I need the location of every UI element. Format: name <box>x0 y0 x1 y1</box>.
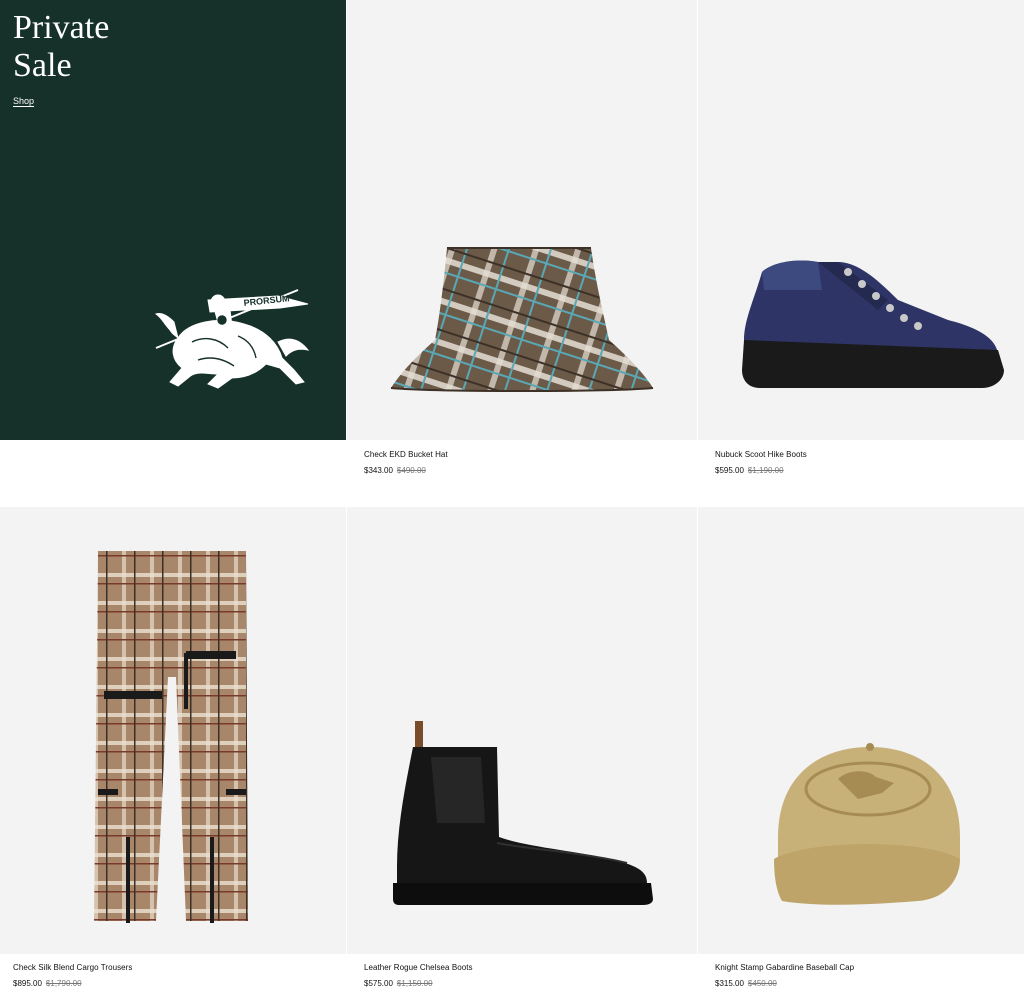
shop-link[interactable]: Shop <box>13 96 34 106</box>
product-name[interactable]: Leather Rogue Chelsea Boots <box>364 963 473 972</box>
product-info: Check EKD Bucket Hat $343.00 $490.00 <box>364 450 448 475</box>
product-image[interactable] <box>347 0 697 440</box>
product-card[interactable]: Knight Stamp Gabardine Baseball Cap $315… <box>698 507 1024 1006</box>
bucket-hat-image <box>390 247 654 392</box>
product-prices: $315.00 $450.00 <box>715 979 854 988</box>
original-price: $490.00 <box>396 466 426 475</box>
baseball-cap-image <box>774 743 960 905</box>
product-info: Knight Stamp Gabardine Baseball Cap $315… <box>715 963 854 988</box>
promo-title: Private Sale <box>13 9 110 84</box>
product-name[interactable]: Check Silk Blend Cargo Trousers <box>13 963 132 972</box>
product-image[interactable] <box>698 507 1024 954</box>
product-name[interactable]: Check EKD Bucket Hat <box>364 450 448 459</box>
product-image[interactable] <box>347 507 697 954</box>
product-info: Nubuck Scoot Hike Boots $595.00 $1,190.00 <box>715 450 807 475</box>
product-info: Check Silk Blend Cargo Trousers $895.00 $… <box>13 963 132 988</box>
knight-logo-icon: PRORSUM <box>154 289 310 389</box>
sale-price: $895.00 <box>13 979 42 988</box>
cargo-trousers-image <box>94 551 248 923</box>
sale-price: $575.00 <box>364 979 393 988</box>
product-name[interactable]: Knight Stamp Gabardine Baseball Cap <box>715 963 854 972</box>
product-card[interactable]: Leather Rogue Chelsea Boots $575.00 $1,15… <box>347 507 697 1006</box>
product-prices: $595.00 $1,190.00 <box>715 466 807 475</box>
product-grid: Private Sale Shop PRORSUM Check EKD Buck… <box>0 0 1024 1006</box>
chelsea-boots-image <box>393 721 653 905</box>
hike-boots-image <box>742 260 1004 388</box>
product-card[interactable]: Check Silk Blend Cargo Trousers $895.00 $… <box>0 507 346 1006</box>
sale-price: $315.00 <box>715 979 744 988</box>
product-image[interactable] <box>698 0 1024 440</box>
original-price: $1,190.00 <box>747 466 784 475</box>
product-image[interactable] <box>0 507 346 954</box>
product-name[interactable]: Nubuck Scoot Hike Boots <box>715 450 807 459</box>
product-card[interactable]: Nubuck Scoot Hike Boots $595.00 $1,190.00 <box>698 0 1024 506</box>
private-sale-promo[interactable]: Private Sale Shop PRORSUM <box>0 0 346 440</box>
original-price: $450.00 <box>747 979 777 988</box>
product-prices: $575.00 $1,150.00 <box>364 979 473 988</box>
original-price: $1,150.00 <box>396 979 433 988</box>
product-card[interactable]: Check EKD Bucket Hat $343.00 $490.00 <box>347 0 697 506</box>
product-prices: $343.00 $490.00 <box>364 466 448 475</box>
original-price: $1,790.00 <box>45 979 82 988</box>
product-prices: $895.00 $1,790.00 <box>13 979 132 988</box>
product-info: Leather Rogue Chelsea Boots $575.00 $1,15… <box>364 963 473 988</box>
sale-price: $595.00 <box>715 466 744 475</box>
sale-price: $343.00 <box>364 466 393 475</box>
